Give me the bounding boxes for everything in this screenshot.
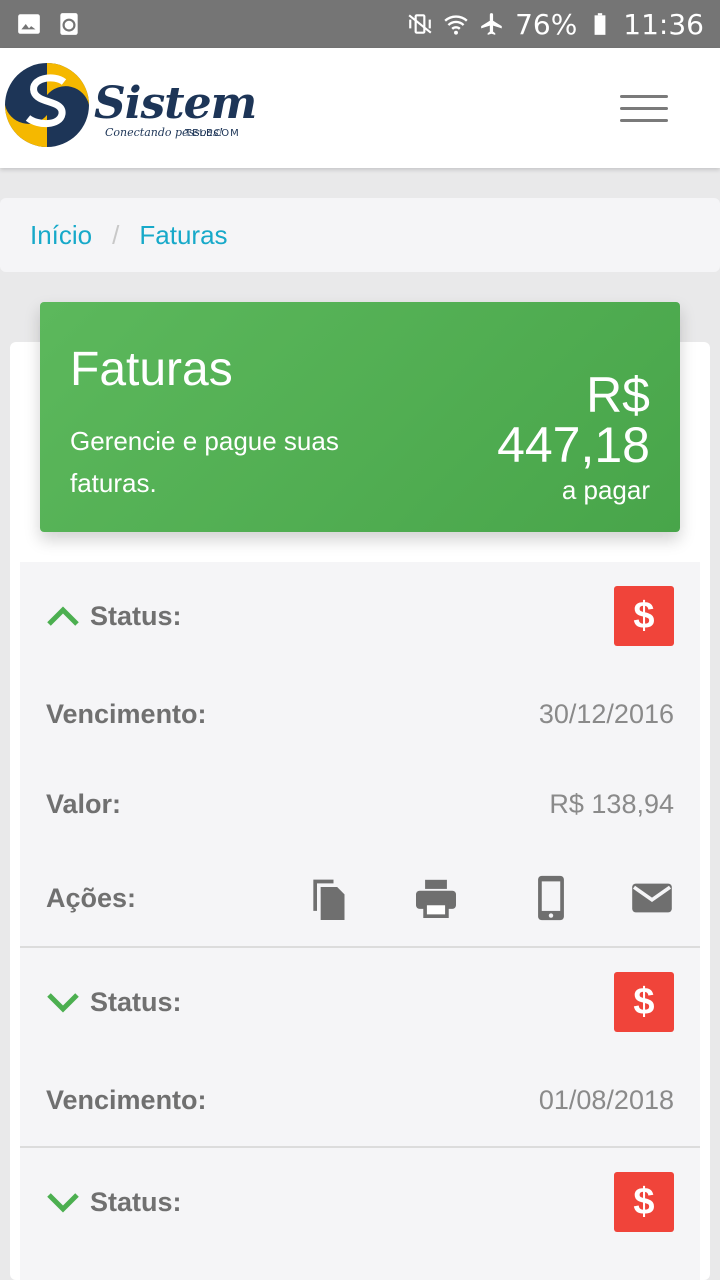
breadcrumb: Início / Faturas [0, 198, 720, 272]
due-label: Vencimento: [46, 698, 207, 729]
invoice-item: Status: $ Vencimento: 01/08/2018 [20, 948, 700, 1148]
status-label: Status: [90, 1186, 182, 1217]
copy-barcode-button[interactable] [242, 874, 350, 922]
mail-icon [632, 883, 672, 913]
breadcrumb-current[interactable]: Faturas [139, 220, 227, 251]
wifi-icon [444, 15, 468, 35]
print-button[interactable] [350, 874, 458, 922]
logo-sub: TELECOM [185, 128, 240, 139]
logo-mark-icon [5, 63, 89, 147]
invoice-value: R$ 138,94 [549, 788, 674, 819]
invoice-due-row: Vencimento: 01/08/2018 [46, 1078, 674, 1122]
image-icon [18, 14, 40, 34]
breadcrumb-home-link[interactable]: Início [30, 220, 92, 251]
pay-button[interactable]: $ [614, 972, 674, 1032]
clock: 11:36 [623, 7, 704, 41]
actions-label: Ações: [46, 882, 137, 913]
email-button[interactable] [566, 874, 674, 922]
invoice-value-row: Valor: R$ 138,94 [46, 782, 674, 826]
invoice-item: Status: $ Vencimento: 30/12/2016 Valor: … [20, 562, 700, 948]
chevron-up-icon[interactable] [46, 605, 80, 627]
app-header: Sistem Conectando pessoas! TELECOM [0, 48, 720, 168]
invoice-status-row[interactable]: Status: $ [46, 1170, 674, 1234]
invoice-status-row[interactable]: Status: $ [46, 584, 674, 648]
breadcrumb-separator: / [112, 219, 120, 250]
invoice-actions-row: Ações: [46, 872, 674, 924]
status-label: Status: [90, 986, 182, 1017]
invoice-item: Status: $ [20, 1148, 700, 1280]
phone-icon [538, 875, 564, 921]
amount-currency: R$ [586, 367, 650, 423]
amount-due: R$ 447,18 a pagar [497, 370, 650, 510]
invoices-summary-banner: Faturas Gerencie e pague suas faturas. R… [40, 302, 680, 532]
sms-button[interactable] [458, 874, 566, 922]
chevron-down-icon[interactable] [46, 991, 80, 1013]
due-label: Vencimento: [46, 1084, 207, 1115]
amount-value: 447,18 [497, 417, 650, 473]
status-label: Status: [90, 600, 182, 631]
page-title: Faturas [70, 343, 233, 396]
logo[interactable]: Sistem Conectando pessoas! TELECOM [2, 56, 257, 152]
logo-name: Sistem [94, 78, 257, 129]
recycle-icon [60, 13, 78, 35]
status-bar: 76% 11:36 [0, 0, 720, 48]
invoice-due-row: Vencimento: 30/12/2016 [46, 692, 674, 736]
battery-icon [594, 13, 606, 35]
copy-icon [313, 879, 345, 920]
hamburger-menu-icon[interactable] [620, 95, 668, 123]
page-description: Gerencie e pague suas faturas. [70, 426, 339, 498]
print-icon [416, 879, 456, 918]
amount-label: a pagar [561, 475, 650, 505]
vibrate-icon [408, 14, 432, 34]
chevron-down-icon[interactable] [46, 1191, 80, 1213]
due-date: 30/12/2016 [538, 698, 674, 729]
battery-percent: 76% [515, 7, 578, 41]
due-date: 01/08/2018 [538, 1084, 674, 1115]
value-label: Valor: [46, 788, 122, 819]
invoice-status-row[interactable]: Status: $ [46, 970, 674, 1034]
pay-button[interactable]: $ [614, 1172, 674, 1232]
pay-button[interactable]: $ [614, 586, 674, 646]
airplane-icon [481, 13, 502, 35]
